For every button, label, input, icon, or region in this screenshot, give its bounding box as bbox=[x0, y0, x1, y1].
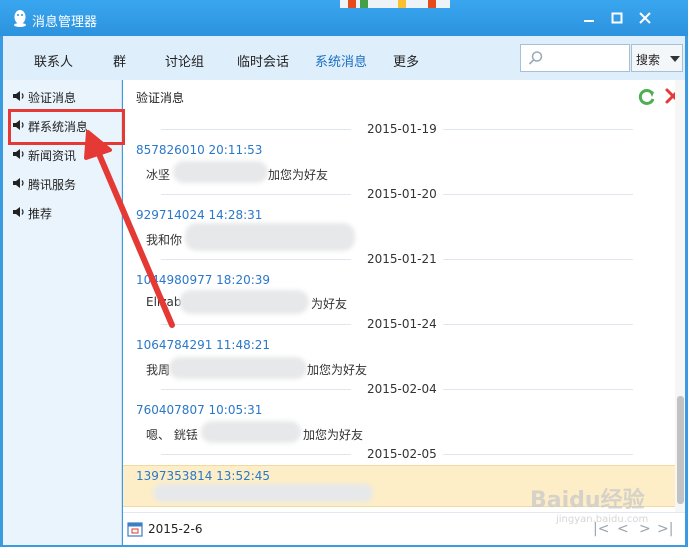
message-body-prefix: 我和你 bbox=[146, 233, 183, 247]
redacted-region bbox=[169, 357, 307, 379]
tab-contacts[interactable]: 联系人 bbox=[34, 51, 73, 70]
speaker-icon bbox=[13, 207, 24, 217]
panel-title: 验证消息 bbox=[136, 91, 185, 105]
search-button-label: 搜索 bbox=[636, 53, 661, 67]
last-page-icon[interactable]: >| bbox=[657, 521, 673, 537]
date-label: 2015-02-05 bbox=[367, 447, 437, 461]
tile-icon bbox=[428, 0, 436, 8]
tile-icon bbox=[360, 0, 368, 8]
message-header[interactable]: 857826010 20:11:53 bbox=[136, 143, 262, 157]
message-header[interactable]: 1064784291 11:48:21 bbox=[136, 338, 270, 352]
search-box[interactable] bbox=[520, 44, 630, 72]
date-separator: 2015-02-04 bbox=[123, 382, 673, 396]
background-window-strip bbox=[340, 0, 450, 8]
annotation-highlight-box bbox=[8, 109, 125, 145]
message-panel: 验证消息 2015-01-19 857826010 20:11:53 冰坚 加您… bbox=[123, 80, 685, 545]
chevron-down-icon[interactable] bbox=[670, 56, 680, 62]
speaker-icon bbox=[13, 178, 24, 188]
message-body-suffix: 加您为好友 bbox=[268, 168, 329, 182]
date-label: 2015-02-04 bbox=[367, 382, 437, 396]
redacted-region bbox=[173, 161, 268, 183]
window-title: 消息管理器 bbox=[32, 15, 98, 30]
date-label: 2015-01-19 bbox=[367, 122, 437, 136]
message-header[interactable]: 1044980977 18:20:39 bbox=[136, 273, 270, 287]
tab-temp-sessions[interactable]: 临时会话 bbox=[237, 51, 289, 70]
close-icon[interactable] bbox=[636, 9, 654, 27]
sidebar: 验证消息 群系统消息 新闻资讯 腾讯服务 推荐 bbox=[3, 80, 122, 545]
speaker-icon bbox=[13, 91, 24, 101]
scrollbar-thumb[interactable] bbox=[677, 396, 684, 504]
date-separator: 2015-01-20 bbox=[123, 187, 673, 201]
vertical-scrollbar[interactable] bbox=[675, 80, 685, 512]
redacted-region bbox=[185, 223, 355, 251]
tab-groups[interactable]: 群 bbox=[113, 51, 126, 70]
minimize-icon[interactable] bbox=[580, 9, 598, 27]
date-value[interactable]: 2015-2-6 bbox=[148, 522, 202, 536]
category-toolbar: 联系人 群 讨论组 临时会话 系统消息 更多 搜索 bbox=[3, 36, 685, 80]
message-body-prefix: Elizab bbox=[146, 295, 182, 309]
message-body-prefix: 我周 bbox=[146, 363, 171, 377]
refresh-icon[interactable] bbox=[637, 87, 657, 107]
message-header[interactable]: 929714024 14:28:31 bbox=[136, 208, 262, 222]
message-body-suffix: 加您为好友 bbox=[307, 363, 368, 377]
tile-icon bbox=[348, 0, 356, 8]
search-input[interactable] bbox=[549, 48, 625, 68]
date-separator: 2015-02-05 bbox=[123, 447, 673, 461]
search-icon bbox=[528, 51, 543, 65]
message-body-prefix: 冰坚 bbox=[146, 168, 171, 182]
sidebar-item-label: 新闻资讯 bbox=[28, 149, 77, 163]
tab-discussion-groups[interactable]: 讨论组 bbox=[165, 51, 204, 70]
date-separator: 2015-01-21 bbox=[123, 252, 673, 266]
date-label: 2015-01-21 bbox=[367, 252, 437, 266]
sidebar-item-label: 推荐 bbox=[28, 207, 53, 221]
qq-penguin-icon bbox=[14, 10, 26, 27]
tile-icon bbox=[398, 0, 406, 8]
date-separator: 2015-01-24 bbox=[123, 317, 673, 331]
message-body-suffix: 为好友 bbox=[311, 297, 348, 311]
date-label: 2015-01-24 bbox=[367, 317, 437, 331]
speaker-icon bbox=[13, 149, 24, 159]
sidebar-item-label: 验证消息 bbox=[28, 91, 77, 105]
date-separator: 2015-01-19 bbox=[123, 122, 673, 136]
message-header[interactable]: 1397353814 13:52:45 bbox=[136, 469, 270, 483]
redacted-region bbox=[179, 290, 309, 314]
watermark-url: jingyan.baidu.com bbox=[556, 514, 649, 525]
search-button[interactable]: 搜索 bbox=[631, 44, 683, 72]
tab-more[interactable]: 更多 bbox=[393, 51, 419, 70]
sidebar-item-label: 腾讯服务 bbox=[28, 178, 77, 192]
watermark-logo: Baidu经验 bbox=[530, 488, 645, 513]
message-header[interactable]: 760407807 10:05:31 bbox=[136, 403, 262, 417]
redacted-region bbox=[201, 421, 301, 443]
message-manager-window: 消息管理器 联系人 群 讨论组 临时会话 系统消息 更多 搜索 验证消息 群系统… bbox=[0, 0, 688, 547]
message-body-prefix: 嗯、 銧铥 bbox=[146, 428, 198, 442]
calendar-icon[interactable] bbox=[127, 521, 143, 537]
tab-system-messages[interactable]: 系统消息 bbox=[315, 51, 367, 70]
message-body-suffix: 加您为好友 bbox=[303, 428, 364, 442]
redacted-region bbox=[153, 484, 373, 502]
date-label: 2015-01-20 bbox=[367, 187, 437, 201]
maximize-icon[interactable] bbox=[608, 9, 626, 27]
